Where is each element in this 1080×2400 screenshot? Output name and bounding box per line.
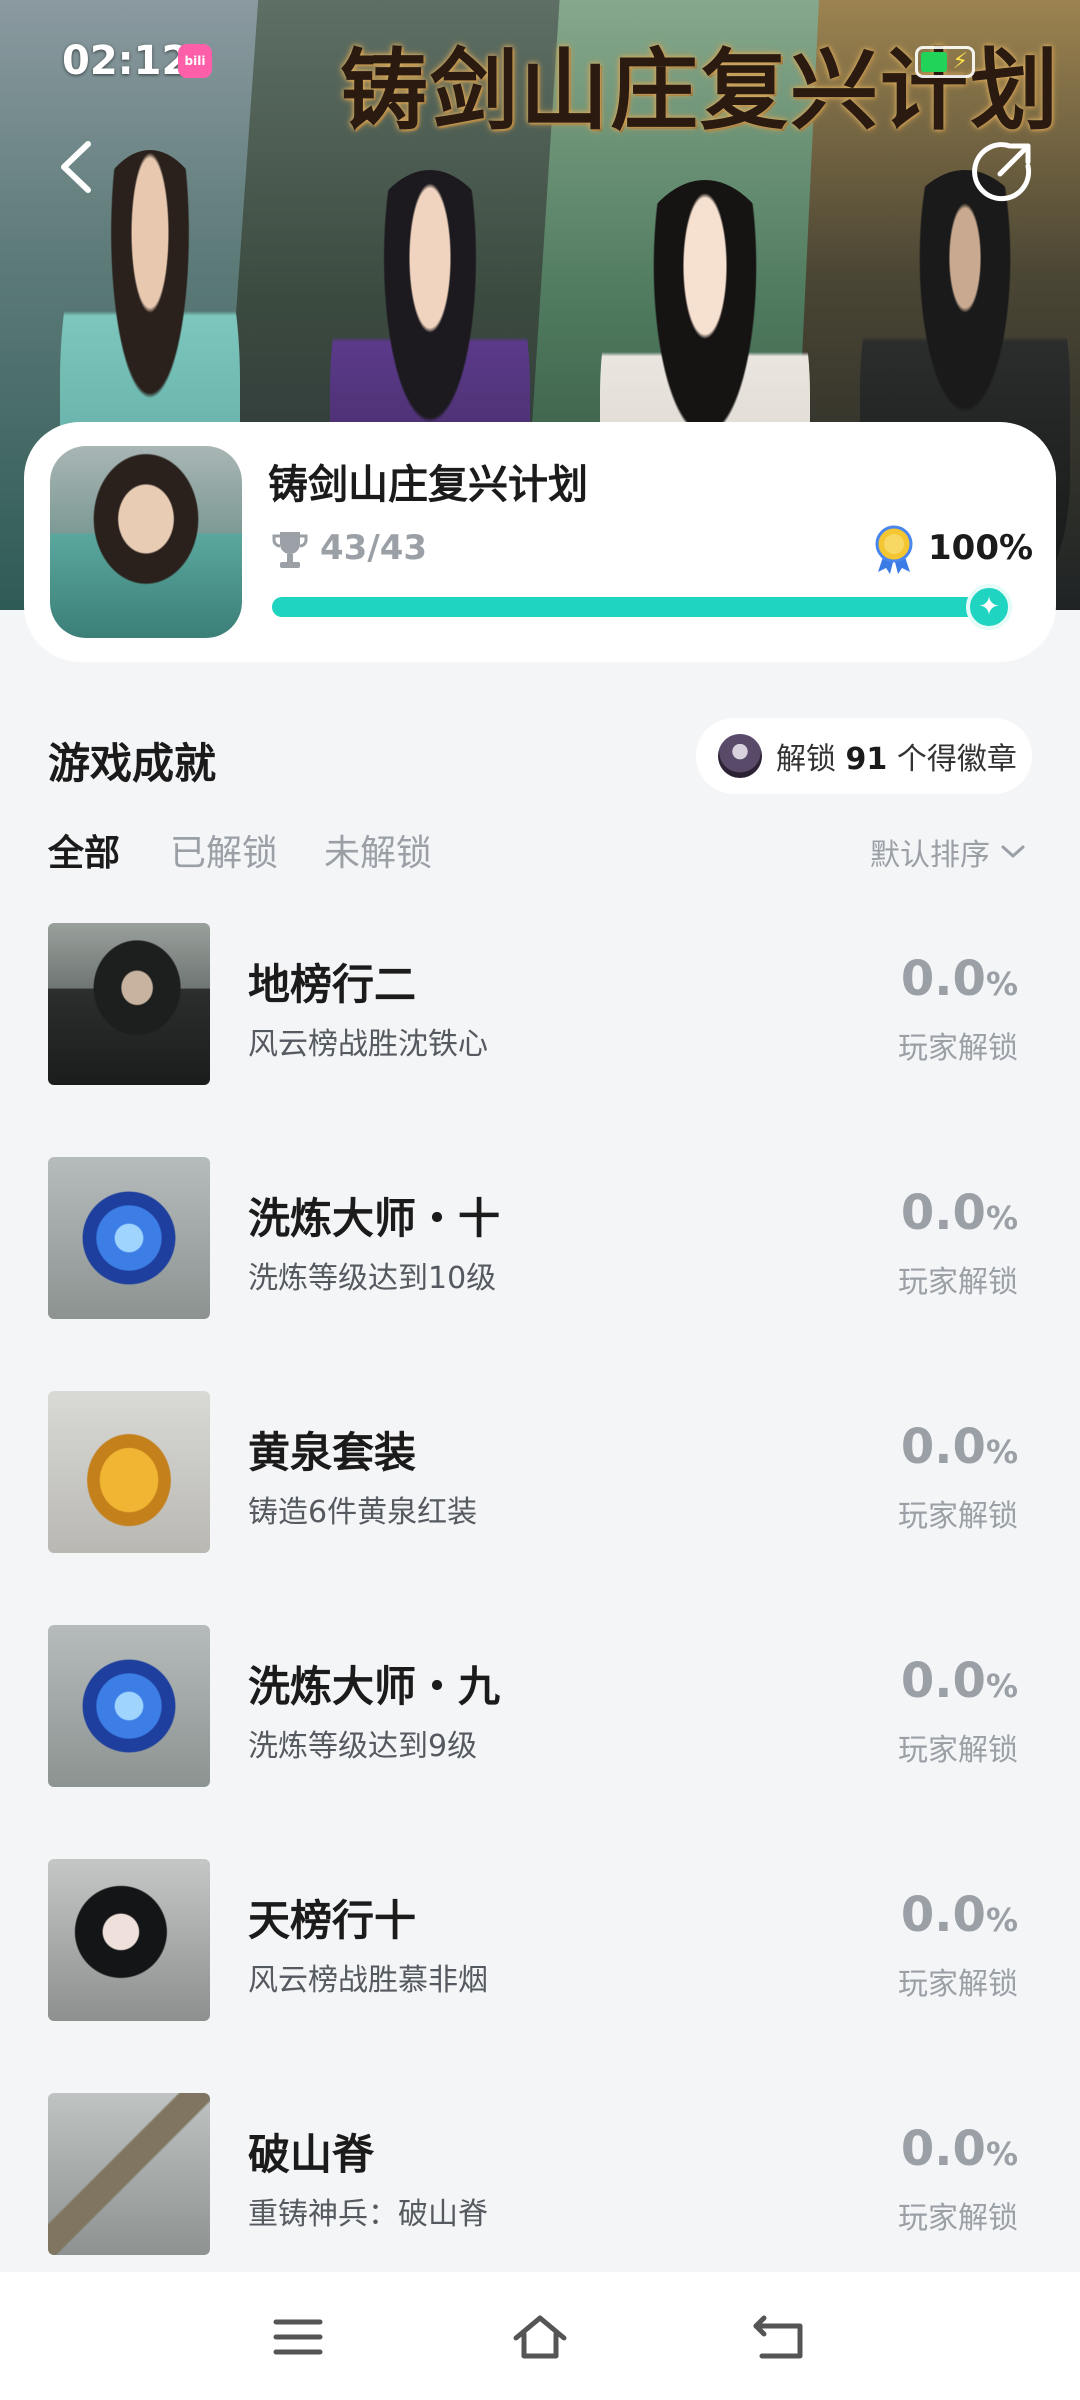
achievement-desc: 铸造6件黄泉红装	[248, 1495, 478, 1530]
trophy-count: 43/43	[320, 528, 428, 568]
blue-rune-gem-icon	[48, 1157, 210, 1319]
broken-sword-icon	[48, 2093, 210, 2255]
achievement-rate-label: 玩家解锁	[898, 1499, 1018, 1534]
system-navigation-bar	[0, 2272, 1080, 2400]
system-back-icon[interactable]	[752, 2312, 808, 2362]
badge-unlock-pill[interactable]: 解锁 91 个得徽章	[696, 718, 1032, 794]
achievement-rate: 0.0%	[901, 2121, 1018, 2177]
rate-value: 0.0	[900, 1185, 986, 1241]
home-icon[interactable]	[512, 2312, 568, 2362]
blue-rune-gem-icon	[48, 1625, 210, 1787]
rate-unit: %	[985, 1199, 1018, 1237]
progress-fill	[272, 597, 1012, 617]
masked-ninja-icon	[48, 923, 210, 1085]
achievement-title: 天榜行十	[248, 1896, 417, 1945]
rate-unit: %	[985, 1433, 1018, 1471]
battery-icon: ⚡	[915, 46, 975, 78]
charging-icon: ⚡	[952, 49, 968, 74]
achievement-item[interactable]: 地榜行二 风云榜战胜沈铁心 0.0% 玩家解锁	[0, 923, 1080, 1157]
tab-all[interactable]: 全部	[48, 824, 120, 876]
rate-value: 0.0	[900, 1887, 986, 1943]
woman-portrait-icon	[48, 1859, 210, 2021]
achievement-title: 洗炼大师・九	[248, 1662, 501, 1711]
status-time: 02:12	[62, 38, 190, 84]
achievement-title: 地榜行二	[248, 960, 417, 1009]
rate-value: 0.0	[900, 1419, 986, 1475]
badge-avatar-icon	[718, 734, 762, 778]
chevron-down-icon	[1001, 845, 1025, 858]
battery-level	[921, 52, 947, 72]
achievement-desc: 风云榜战胜沈铁心	[248, 1027, 488, 1062]
app-notification-icon: bili	[178, 44, 212, 78]
progress-bar	[272, 597, 1012, 617]
rate-unit: %	[985, 2135, 1018, 2173]
achievement-desc: 重铸神兵：破山脊	[248, 2197, 488, 2232]
section-title: 游戏成就	[48, 739, 217, 788]
game-avatar	[50, 446, 242, 638]
sort-label: 默认排序	[870, 838, 990, 873]
achievement-title: 破山脊	[248, 2130, 375, 2179]
achievement-rate: 0.0%	[901, 1185, 1018, 1241]
achievement-rate: 0.0%	[901, 1653, 1018, 1709]
achievement-rate-label: 玩家解锁	[898, 1031, 1018, 1066]
achievement-desc: 洗炼等级达到9级	[248, 1729, 478, 1764]
achievement-desc: 风云榜战胜慕非烟	[248, 1963, 488, 1998]
achievement-desc: 洗炼等级达到10级	[248, 1261, 497, 1296]
achievement-rate-label: 玩家解锁	[898, 1733, 1018, 1768]
rate-unit: %	[985, 965, 1018, 1003]
achievement-title: 洗炼大师・十	[248, 1194, 501, 1243]
completion-percent: 100%	[928, 528, 1034, 568]
game-name: 铸剑山庄复兴计划	[268, 462, 588, 508]
tab-unlocked[interactable]: 已解锁	[170, 824, 278, 876]
achievement-rate-label: 玩家解锁	[898, 1967, 1018, 2002]
menu-icon[interactable]	[270, 2312, 326, 2362]
rate-unit: %	[985, 1667, 1018, 1705]
badge-count: 91	[845, 742, 888, 777]
badge-unlock-text: 解锁 91 个得徽章	[776, 734, 1017, 778]
rate-value: 0.0	[900, 1653, 986, 1709]
medal-icon	[875, 525, 913, 574]
hero-title: 铸剑山庄复兴计划	[340, 38, 1061, 142]
rate-unit: %	[985, 1901, 1018, 1939]
achievement-item[interactable]: 洗炼大师・九 洗炼等级达到9级 0.0% 玩家解锁	[0, 1625, 1080, 1859]
rate-value: 0.0	[900, 951, 986, 1007]
achievement-rate: 0.0%	[901, 1419, 1018, 1475]
sort-dropdown[interactable]: 默认排序	[870, 830, 1026, 874]
achievement-rate: 0.0%	[901, 951, 1018, 1007]
achievement-rate-label: 玩家解锁	[898, 1265, 1018, 1300]
achievement-item[interactable]: 黄泉套装 铸造6件黄泉红装 0.0% 玩家解锁	[0, 1391, 1080, 1625]
golden-robe-icon	[48, 1391, 210, 1553]
back-arrow-icon[interactable]	[48, 132, 108, 202]
tab-locked[interactable]: 未解锁	[324, 824, 432, 876]
badge-suffix: 个得徽章	[896, 742, 1017, 777]
share-icon[interactable]	[970, 138, 1036, 204]
trophy-icon	[272, 532, 308, 568]
achievement-item[interactable]: 洗炼大师・十 洗炼等级达到10级 0.0% 玩家解锁	[0, 1157, 1080, 1391]
sparkle-icon: ✦	[966, 584, 1012, 630]
achievement-title: 黄泉套装	[248, 1428, 417, 1477]
achievement-rate-label: 玩家解锁	[898, 2201, 1018, 2236]
badge-prefix: 解锁	[776, 742, 836, 777]
rate-value: 0.0	[900, 2121, 986, 2177]
achievement-item[interactable]: 天榜行十 风云榜战胜慕非烟 0.0% 玩家解锁	[0, 1859, 1080, 2093]
achievement-rate: 0.0%	[901, 1887, 1018, 1943]
